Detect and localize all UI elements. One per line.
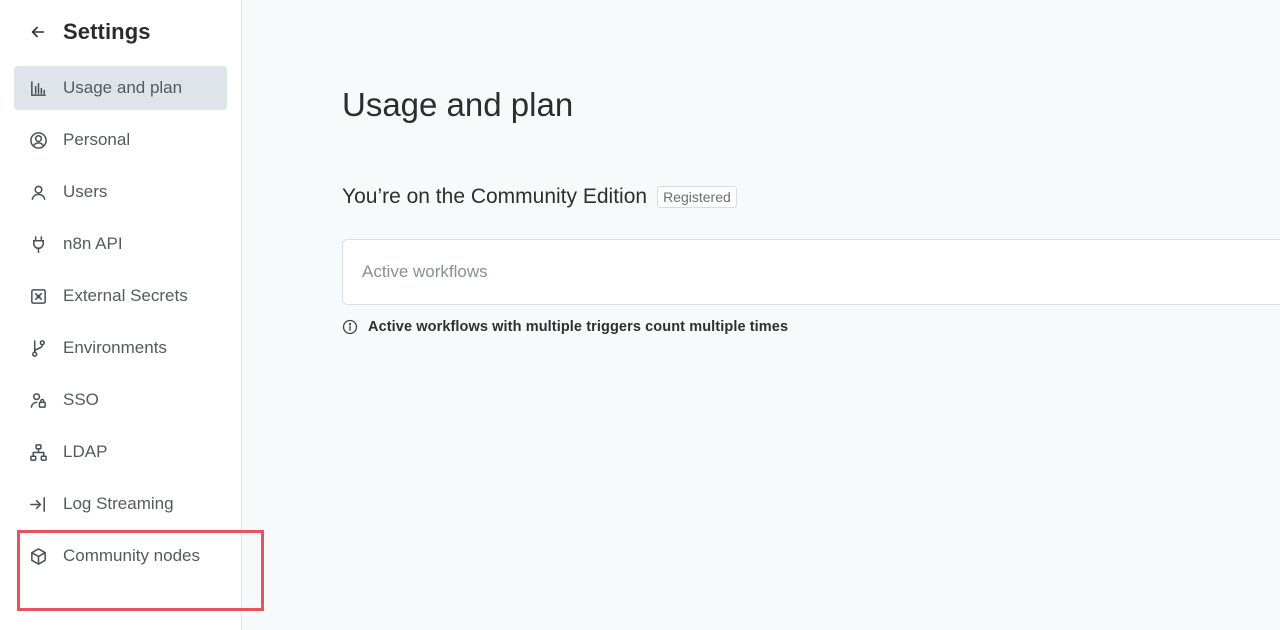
status-badge: Registered bbox=[657, 186, 737, 208]
sidebar-item-ldap[interactable]: LDAP bbox=[14, 430, 227, 474]
sidebar-item-label: Community nodes bbox=[63, 546, 201, 565]
sidebar-item-label: Personal bbox=[63, 130, 131, 149]
git-branch-icon bbox=[28, 338, 48, 358]
sidebar-item-label: SSO bbox=[63, 390, 99, 409]
sidebar-item-personal[interactable]: Personal bbox=[14, 118, 227, 162]
sidebar-title: Settings bbox=[63, 19, 151, 44]
active-workflows-card: Active workflows bbox=[342, 239, 1280, 305]
sidebar-item-label: Users bbox=[63, 182, 108, 201]
edition-text: You’re on the Community Edition bbox=[342, 185, 648, 208]
main-content: Usage and plan You’re on the Community E… bbox=[243, 0, 1280, 630]
sidebar-item-log-streaming[interactable]: Log Streaming bbox=[14, 482, 227, 526]
user-icon bbox=[28, 182, 48, 202]
user-circle-icon bbox=[28, 130, 48, 150]
info-icon bbox=[342, 319, 358, 335]
sidebar-item-label: LDAP bbox=[63, 442, 108, 461]
vault-icon bbox=[28, 286, 48, 306]
plug-icon bbox=[28, 234, 48, 254]
sidebar-item-label: Log Streaming bbox=[63, 494, 174, 513]
note-text: Active workflows with multiple triggers … bbox=[368, 319, 789, 335]
user-lock-icon bbox=[28, 390, 48, 410]
sidebar-header: Settings bbox=[28, 18, 151, 46]
sidebar-item-label: Environments bbox=[63, 338, 167, 357]
card-label: Active workflows bbox=[362, 262, 488, 281]
app: Settings Usage and plan Personal Users n… bbox=[0, 0, 1280, 630]
sign-in-icon bbox=[28, 494, 48, 514]
sidebar-item-label: n8n API bbox=[63, 234, 123, 253]
sidebar-item-sso[interactable]: SSO bbox=[14, 378, 227, 422]
network-icon bbox=[28, 442, 48, 462]
settings-sidebar: Settings Usage and plan Personal Users n… bbox=[0, 0, 242, 630]
info-note: Active workflows with multiple triggers … bbox=[342, 319, 788, 335]
sidebar-item-usage-and-plan[interactable]: Usage and plan bbox=[14, 66, 227, 110]
edition-row: You’re on the Community Edition Register… bbox=[342, 185, 737, 209]
bar-chart-icon bbox=[28, 78, 48, 98]
settings-nav: Usage and plan Personal Users n8n API Ex… bbox=[14, 66, 227, 586]
sidebar-item-n8n-api[interactable]: n8n API bbox=[14, 222, 227, 266]
sidebar-item-external-secrets[interactable]: External Secrets bbox=[14, 274, 227, 318]
sidebar-item-users[interactable]: Users bbox=[14, 170, 227, 214]
sidebar-item-community-nodes[interactable]: Community nodes bbox=[14, 534, 227, 578]
sidebar-item-label: Usage and plan bbox=[63, 78, 183, 97]
sidebar-item-label: External Secrets bbox=[63, 286, 188, 305]
cube-icon bbox=[28, 546, 48, 566]
arrow-left-icon[interactable] bbox=[28, 22, 48, 42]
page-title: Usage and plan bbox=[342, 86, 574, 123]
sidebar-item-environments[interactable]: Environments bbox=[14, 326, 227, 370]
